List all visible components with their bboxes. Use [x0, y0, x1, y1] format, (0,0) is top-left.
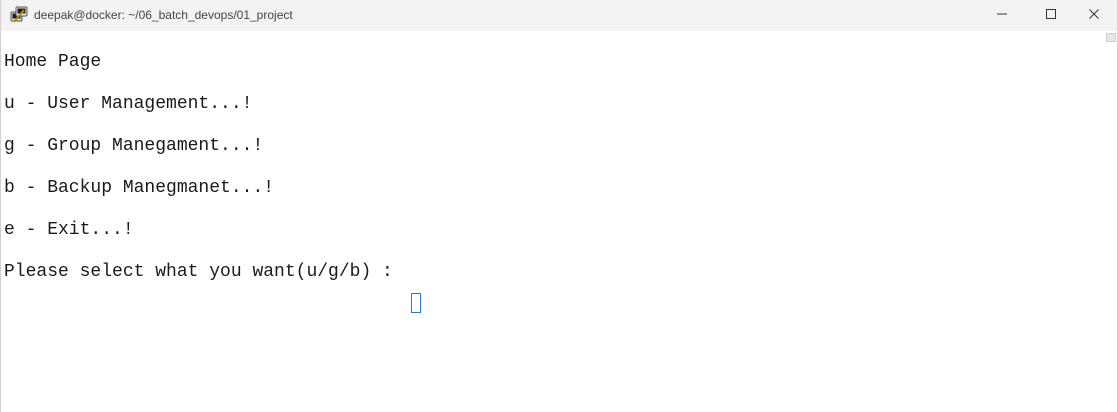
maximize-icon: [1045, 7, 1057, 25]
close-button[interactable]: [1071, 0, 1117, 31]
minimize-button[interactable]: [979, 0, 1025, 31]
terminal-window: deepak@docker: ~/06_batch_devops/01_proj…: [0, 0, 1118, 412]
menu-heading: Home Page: [4, 52, 102, 72]
putty-terminal-icon[interactable]: [10, 6, 28, 24]
menu-option-backup-management: b - Backup Manegmanet...!: [4, 178, 275, 198]
maximize-button[interactable]: [1028, 0, 1074, 31]
scrollbar-thumb[interactable]: [1106, 33, 1116, 42]
menu-option-exit: e - Exit...!: [4, 220, 134, 240]
vertical-scrollbar[interactable]: [1105, 31, 1117, 412]
menu-option-group-management: g - Group Manegament...!: [4, 136, 264, 156]
title-bar[interactable]: deepak@docker: ~/06_batch_devops/01_proj…: [1, 0, 1117, 31]
close-icon: [1088, 7, 1100, 25]
menu-option-user-management: u - User Management...!: [4, 94, 253, 114]
input-prompt: Please select what you want(u/g/b) :: [4, 262, 404, 282]
window-title: deepak@docker: ~/06_batch_devops/01_proj…: [34, 8, 293, 22]
text-cursor[interactable]: [411, 293, 421, 313]
terminal-output[interactable]: Home Page u - User Management...! g - Gr…: [1, 31, 1105, 412]
minimize-icon: [996, 7, 1008, 25]
